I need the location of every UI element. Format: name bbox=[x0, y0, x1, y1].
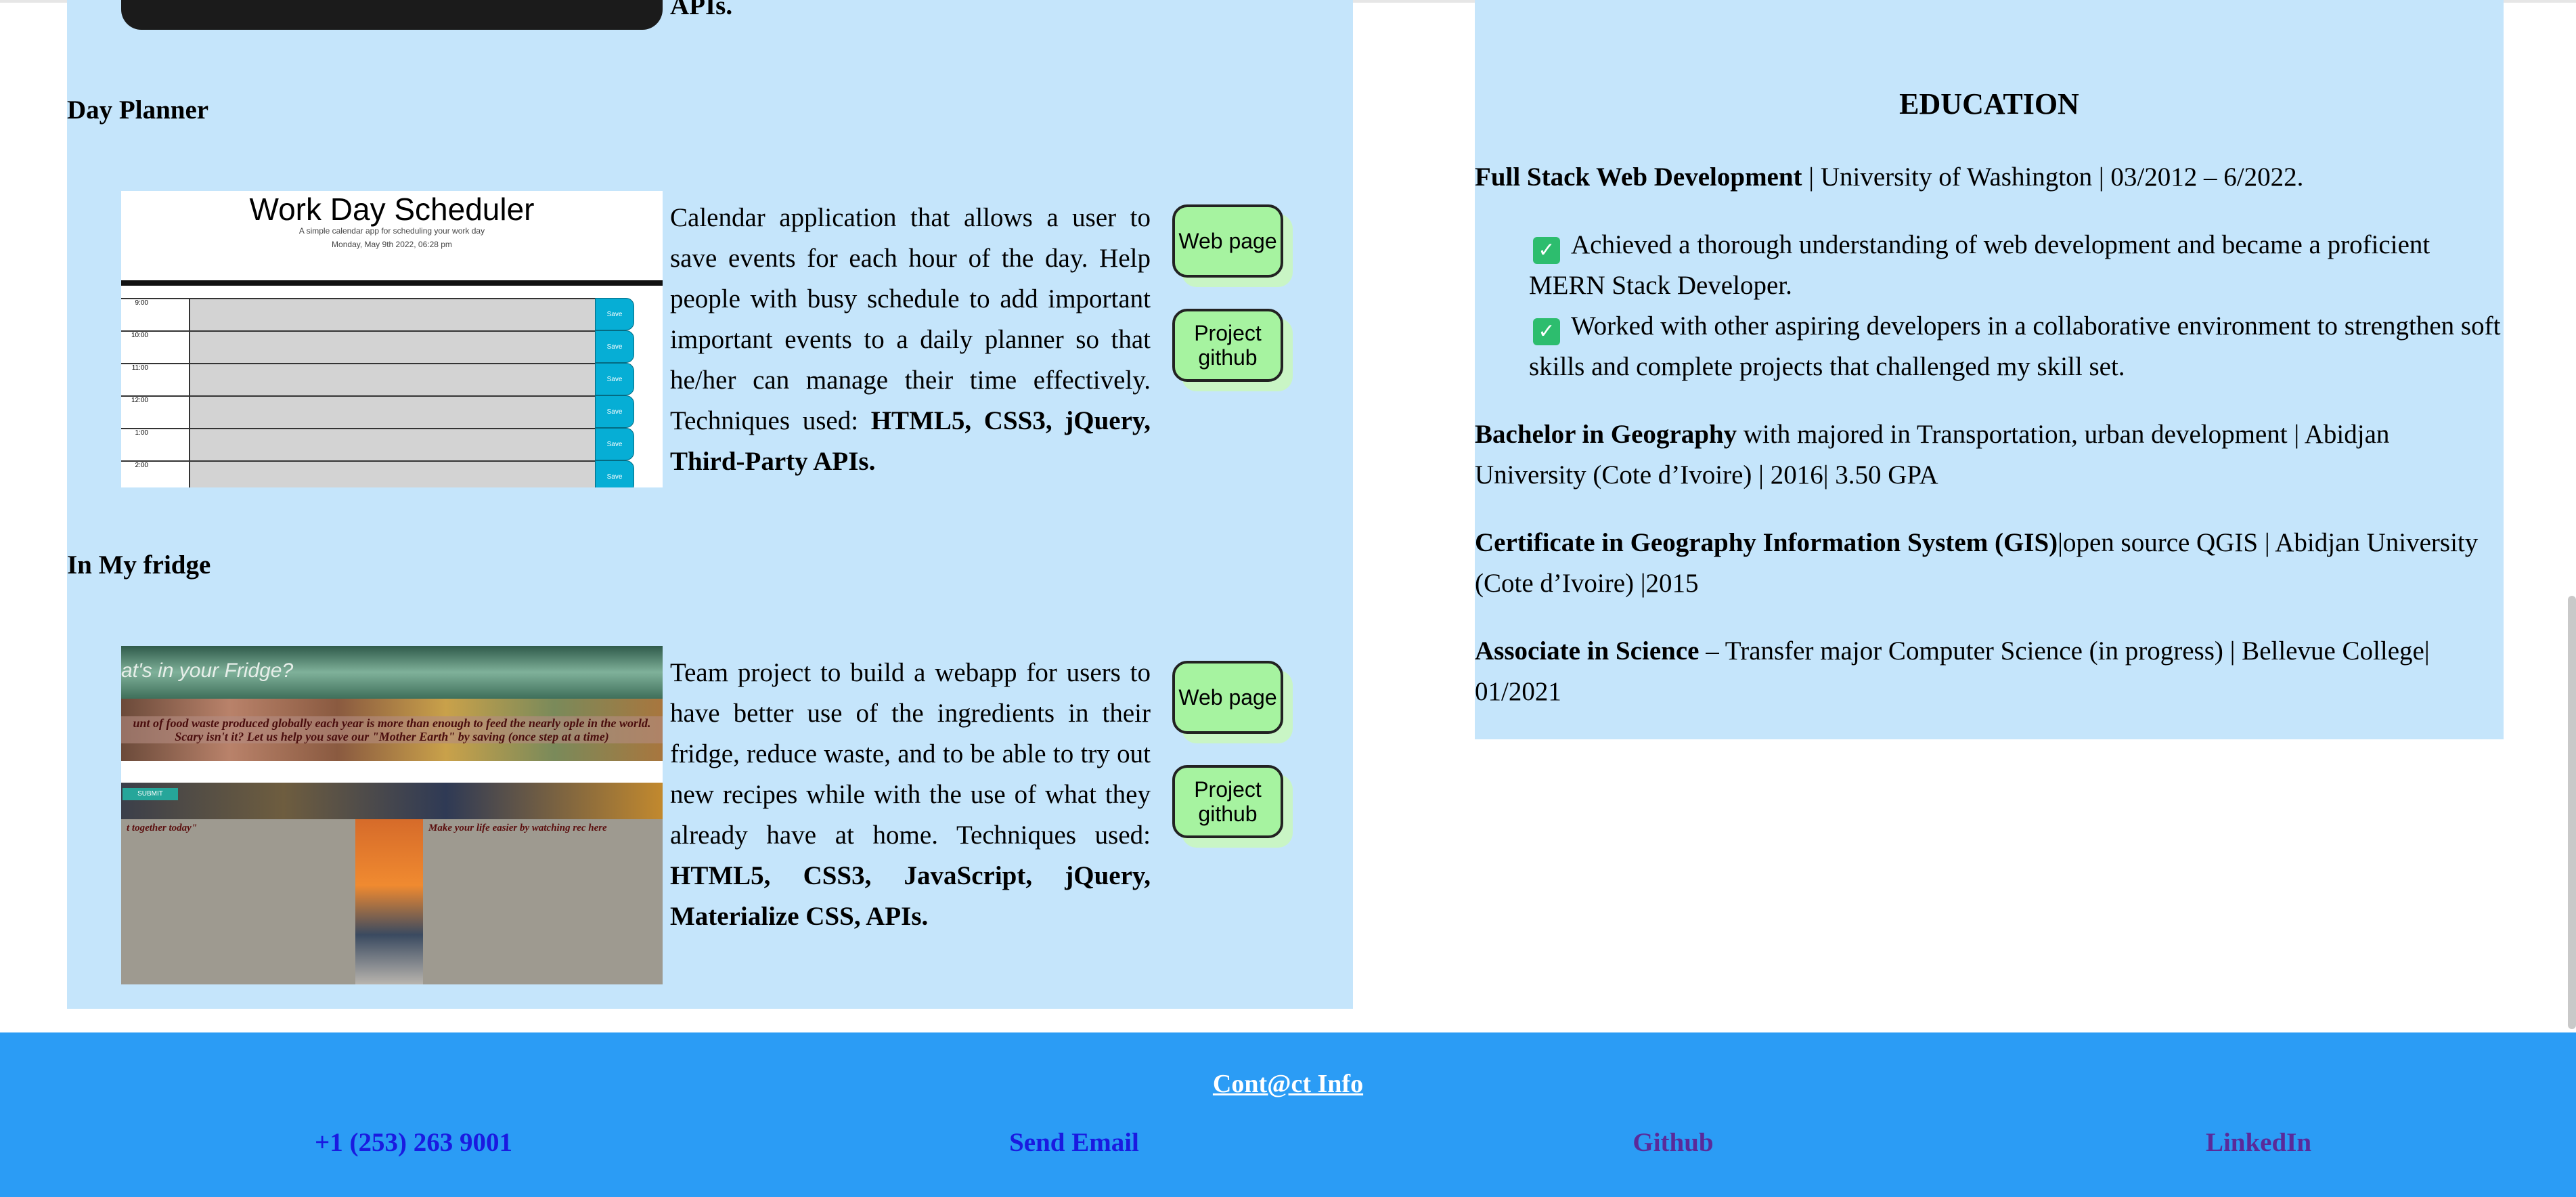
save-button: Save bbox=[595, 460, 634, 487]
bullet-text: Worked with other aspiring developers in… bbox=[1529, 311, 2501, 381]
education-entry: Certificate in Geography Information Sys… bbox=[1475, 523, 2504, 604]
scheduler-row: 2:00 Save bbox=[121, 460, 663, 487]
card-text: Make your life easier by watching rec he… bbox=[428, 823, 607, 833]
linkedin-link[interactable]: LinkedIn bbox=[2056, 1127, 2462, 1158]
hour-label: 10:00 bbox=[121, 330, 189, 363]
project-title-day-planner: Day Planner bbox=[67, 95, 209, 125]
web-page-button[interactable]: Web page bbox=[1172, 204, 1283, 278]
contact-title[interactable]: Cont@ct Info bbox=[0, 1069, 2576, 1099]
scheduler-divider bbox=[121, 280, 663, 286]
project-screenshot-day-planner[interactable]: Work Day Scheduler A simple calendar app… bbox=[121, 191, 663, 487]
education-title: EDUCATION bbox=[1899, 87, 2079, 121]
scheduler-title: Work Day Scheduler bbox=[249, 192, 535, 227]
description-text: Calendar application that allows a user … bbox=[670, 203, 1151, 395]
hour-label: 2:00 bbox=[121, 460, 189, 487]
degree-name: Associate in Science bbox=[1475, 636, 1700, 666]
previous-project-screenshot bbox=[121, 0, 663, 30]
project-github-button[interactable]: Project github bbox=[1172, 765, 1283, 838]
hour-label: 9:00 bbox=[121, 298, 189, 330]
fridge-header: at's in your Fridge? bbox=[121, 646, 663, 699]
github-link[interactable]: Github bbox=[1470, 1127, 1876, 1158]
event-field bbox=[189, 330, 595, 363]
project-github-button[interactable]: Project github bbox=[1172, 309, 1283, 382]
project-description-day-planner: Calendar application that allows a user … bbox=[670, 198, 1151, 482]
education-entry: Associate in Science – Transfer major Co… bbox=[1475, 631, 2504, 712]
event-field bbox=[189, 460, 595, 487]
project-description-in-my-fridge: Team project to build a webapp for users… bbox=[670, 653, 1151, 937]
check-box-icon: ✓ bbox=[1533, 237, 1560, 264]
project-title-in-my-fridge: In My fridge bbox=[67, 550, 211, 580]
previous-project-techniques: APIs. bbox=[670, 0, 733, 20]
project-screenshot-in-my-fridge[interactable]: at's in your Fridge? unt of food waste p… bbox=[121, 646, 663, 984]
degree-name: Full Stack Web Development bbox=[1475, 162, 1802, 192]
education-bullet: ✓ Worked with other aspiring developers i… bbox=[1529, 306, 2504, 387]
scheduler-subtitle: A simple calendar app for scheduling you… bbox=[298, 226, 485, 236]
fridge-heading: at's in your Fridge? bbox=[121, 659, 294, 682]
scheduler-row: 1:00 Save bbox=[121, 428, 663, 460]
phone-link[interactable]: +1 (253) 263 9001 bbox=[210, 1127, 617, 1158]
event-field bbox=[189, 363, 595, 395]
save-button: Save bbox=[595, 330, 634, 363]
scheduler-row: 12:00 Save bbox=[121, 395, 663, 428]
fridge-search-bar bbox=[121, 761, 663, 783]
education-entry: Bachelor in Geography with majored in Tr… bbox=[1475, 414, 2504, 496]
scheduler-date: Monday, May 9th 2022, 06:28 pm bbox=[332, 240, 452, 249]
education-entry: Full Stack Web Development | University … bbox=[1475, 157, 2504, 198]
techniques-label: Techniques used: bbox=[956, 821, 1151, 850]
techniques-label: Techniques used: bbox=[670, 406, 859, 435]
scheduler-row: 9:00 Save bbox=[121, 298, 663, 330]
send-email-link[interactable]: Send Email bbox=[871, 1127, 1277, 1158]
card-text: t together today" bbox=[127, 823, 198, 833]
education-bullet: ✓ Achieved a thorough understanding of we… bbox=[1529, 225, 2504, 306]
hour-label: 1:00 bbox=[121, 428, 189, 460]
page-scrollbar[interactable] bbox=[2568, 596, 2576, 1029]
event-field bbox=[189, 298, 595, 330]
degree-details: | University of Washington | 03/2012 – 6… bbox=[1802, 162, 2304, 192]
soup-image bbox=[355, 819, 423, 984]
save-button: Save bbox=[595, 298, 634, 330]
save-button: Save bbox=[595, 395, 634, 428]
scheduler-row: 11:00 Save bbox=[121, 363, 663, 395]
save-button: Save bbox=[595, 363, 634, 395]
contact-footer: Cont@ct Info +1 (253) 263 9001 Send Emai… bbox=[0, 1032, 2576, 1197]
bullet-text: Achieved a thorough understanding of web… bbox=[1529, 230, 2430, 300]
degree-name: Certificate in Geography Information Sys… bbox=[1475, 528, 2058, 557]
event-field bbox=[189, 395, 595, 428]
techniques-list: HTML5, CSS3, JavaScript, jQuery, Materia… bbox=[670, 861, 1151, 931]
scheduler-row: 10:00 Save bbox=[121, 330, 663, 363]
fridge-card-right: Make your life easier by watching rec he… bbox=[423, 819, 663, 984]
web-page-button[interactable]: Web page bbox=[1172, 661, 1283, 734]
hour-label: 11:00 bbox=[121, 363, 189, 395]
food-background-image bbox=[121, 783, 663, 819]
save-button: Save bbox=[595, 428, 634, 460]
check-box-icon: ✓ bbox=[1533, 318, 1560, 345]
fridge-submit-button: SUBMIT bbox=[123, 788, 178, 800]
fridge-banner-text: unt of food waste produced globally each… bbox=[121, 716, 663, 743]
hour-label: 12:00 bbox=[121, 395, 189, 428]
event-field bbox=[189, 428, 595, 460]
degree-name: Bachelor in Geography bbox=[1475, 420, 1737, 449]
fridge-card-left: t together today" bbox=[121, 819, 355, 984]
